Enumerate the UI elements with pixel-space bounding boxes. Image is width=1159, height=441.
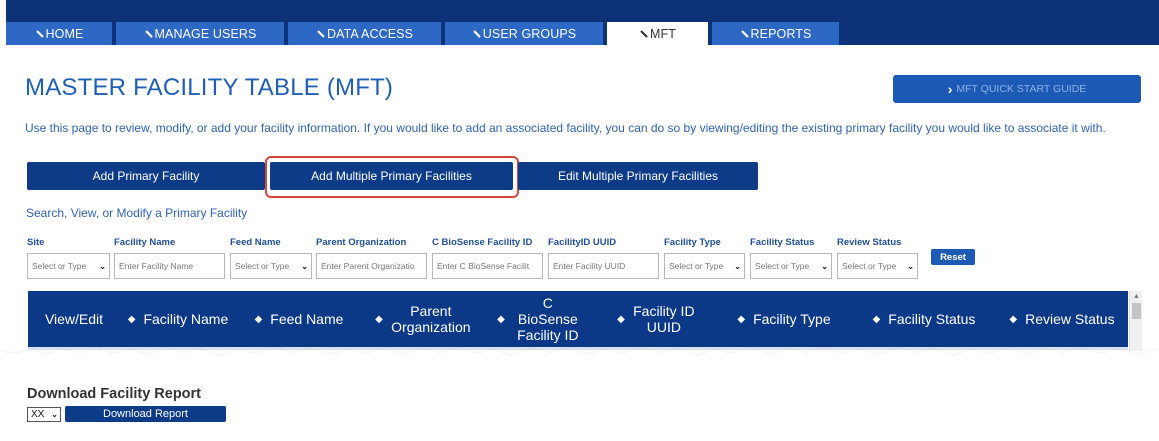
sort-icon: ◆ [375, 313, 383, 325]
nav-arrow-icon [472, 29, 481, 38]
reset-button[interactable]: Reset [931, 249, 975, 265]
column-label: Review Status [1025, 311, 1115, 327]
tab-label: MFT [650, 26, 676, 41]
c-biosense-facility-id-placeholder: Enter C BioSense Facilit [437, 261, 530, 271]
filter-label-facility-status: Facility Status [750, 237, 815, 248]
add-primary-facility-button[interactable]: Add Primary Facility [27, 162, 265, 190]
filter-label-facility-name: Facility Name [114, 237, 176, 248]
column-label: Facility Status [888, 311, 976, 327]
tab-mft[interactable]: MFT [607, 22, 708, 45]
download-report-button[interactable]: Download Report [65, 406, 226, 422]
site-select[interactable]: Select or Type ⌄ [27, 253, 110, 279]
tab-label: REPORTS [750, 26, 812, 41]
highlight-outline [265, 156, 519, 198]
page-title: MASTER FACILITY TABLE (MFT) [25, 74, 394, 101]
report-format-select[interactable]: XX ⌄ [27, 407, 61, 422]
column-label: Feed Name [270, 311, 344, 327]
filter-label-c-biosense-facility-id: C BioSense Facility ID [432, 237, 533, 248]
tab-user-groups[interactable]: USER GROUPS [445, 22, 603, 45]
tab-label: USER GROUPS [482, 26, 577, 41]
facility-type-select-value: Select or Type [669, 261, 724, 271]
scroll-up-icon[interactable]: ▲ [1133, 293, 1140, 300]
sort-icon: ◆ [127, 313, 136, 325]
tab-label: HOME [45, 26, 84, 41]
quick-start-label: MFT QUICK START GUIDE [956, 83, 1087, 95]
chevron-down-icon: ⌄ [821, 262, 828, 271]
intro-text: Use this page to review, modify, or add … [25, 121, 1106, 135]
column-label: Facility Type [753, 311, 831, 327]
feed-name-select-value: Select or Type [235, 261, 290, 271]
sort-icon: ◆ [497, 313, 505, 325]
column-label: Facility Name [143, 311, 229, 327]
torn-edge-divider [0, 344, 1159, 380]
quick-start-guide-button[interactable]: › MFT QUICK START GUIDE [893, 75, 1141, 103]
nav-arrow-icon [144, 29, 153, 38]
tab-label: DATA ACCESS [326, 26, 414, 41]
facility-status-select-value: Select or Type [755, 261, 810, 271]
tab-label: MANAGE USERS [154, 26, 257, 41]
report-format-value: XX [31, 409, 45, 420]
filter-label-feed-name: Feed Name [230, 237, 281, 248]
filter-label-review-status: Review Status [837, 237, 902, 248]
search-heading: Search, View, or Modify a Primary Facili… [26, 206, 248, 220]
scrollbar-thumb[interactable] [1132, 303, 1141, 319]
edit-multiple-primary-facilities-button[interactable]: Edit Multiple Primary Facilities [518, 162, 758, 190]
chevron-down-icon: ⌄ [99, 262, 106, 271]
tab-reports[interactable]: REPORTS [712, 22, 839, 45]
tab-data-access[interactable]: DATA ACCESS [288, 22, 441, 45]
facility-uuid-input[interactable]: Enter Facility UUID [548, 253, 659, 279]
site-select-value: Select or Type [32, 261, 87, 271]
filter-label-site: Site [27, 237, 45, 248]
facility-status-select[interactable]: Select or Type ⌄ [750, 253, 832, 279]
sort-icon: ◆ [872, 313, 881, 325]
parent-organization-input[interactable]: Enter Parent Organizatio [316, 253, 427, 279]
parent-organization-placeholder: Enter Parent Organizatio [321, 261, 415, 271]
filter-label-facility-type: Facility Type [664, 237, 721, 248]
facility-type-select[interactable]: Select or Type ⌄ [664, 253, 745, 279]
feed-name-select[interactable]: Select or Type ⌄ [230, 253, 312, 279]
sort-icon: ◆ [1009, 313, 1018, 325]
nav-arrow-icon [35, 29, 44, 38]
c-biosense-facility-id-input[interactable]: Enter C BioSense Facilit [432, 253, 543, 279]
sort-icon: ◆ [737, 313, 746, 325]
nav-arrow-icon [317, 29, 325, 38]
nav-arrow-icon [740, 29, 749, 38]
chevron-down-icon: ⌄ [734, 262, 741, 271]
chevron-down-icon: ⌄ [907, 262, 914, 271]
top-nav: HOME MANAGE USERS DATA ACCESS USER GROUP… [6, 0, 1159, 45]
facility-name-input[interactable]: Enter Facility Name [114, 253, 225, 279]
download-heading: Download Facility Report [27, 386, 202, 402]
filter-label-facility-uuid: FacilityID UUID [548, 237, 617, 248]
filter-label-parent-organization: Parent Organization [316, 237, 407, 248]
chevron-down-icon: ⌄ [301, 262, 308, 271]
review-status-select-value: Select or Type [842, 261, 897, 271]
facility-uuid-placeholder: Enter Facility UUID [553, 261, 626, 271]
review-status-select[interactable]: Select or Type ⌄ [837, 253, 918, 279]
chevron-right-icon: › [947, 81, 953, 97]
nav-arrow-icon [640, 29, 648, 38]
sort-icon: ◆ [254, 313, 263, 325]
facility-name-placeholder: Enter Facility Name [119, 261, 194, 271]
tab-home[interactable]: HOME [6, 22, 112, 45]
chevron-down-icon: ⌄ [51, 410, 58, 419]
column-label: View/Edit [44, 311, 104, 327]
sort-icon: ◆ [617, 313, 625, 325]
tab-manage-users[interactable]: MANAGE USERS [116, 22, 284, 45]
